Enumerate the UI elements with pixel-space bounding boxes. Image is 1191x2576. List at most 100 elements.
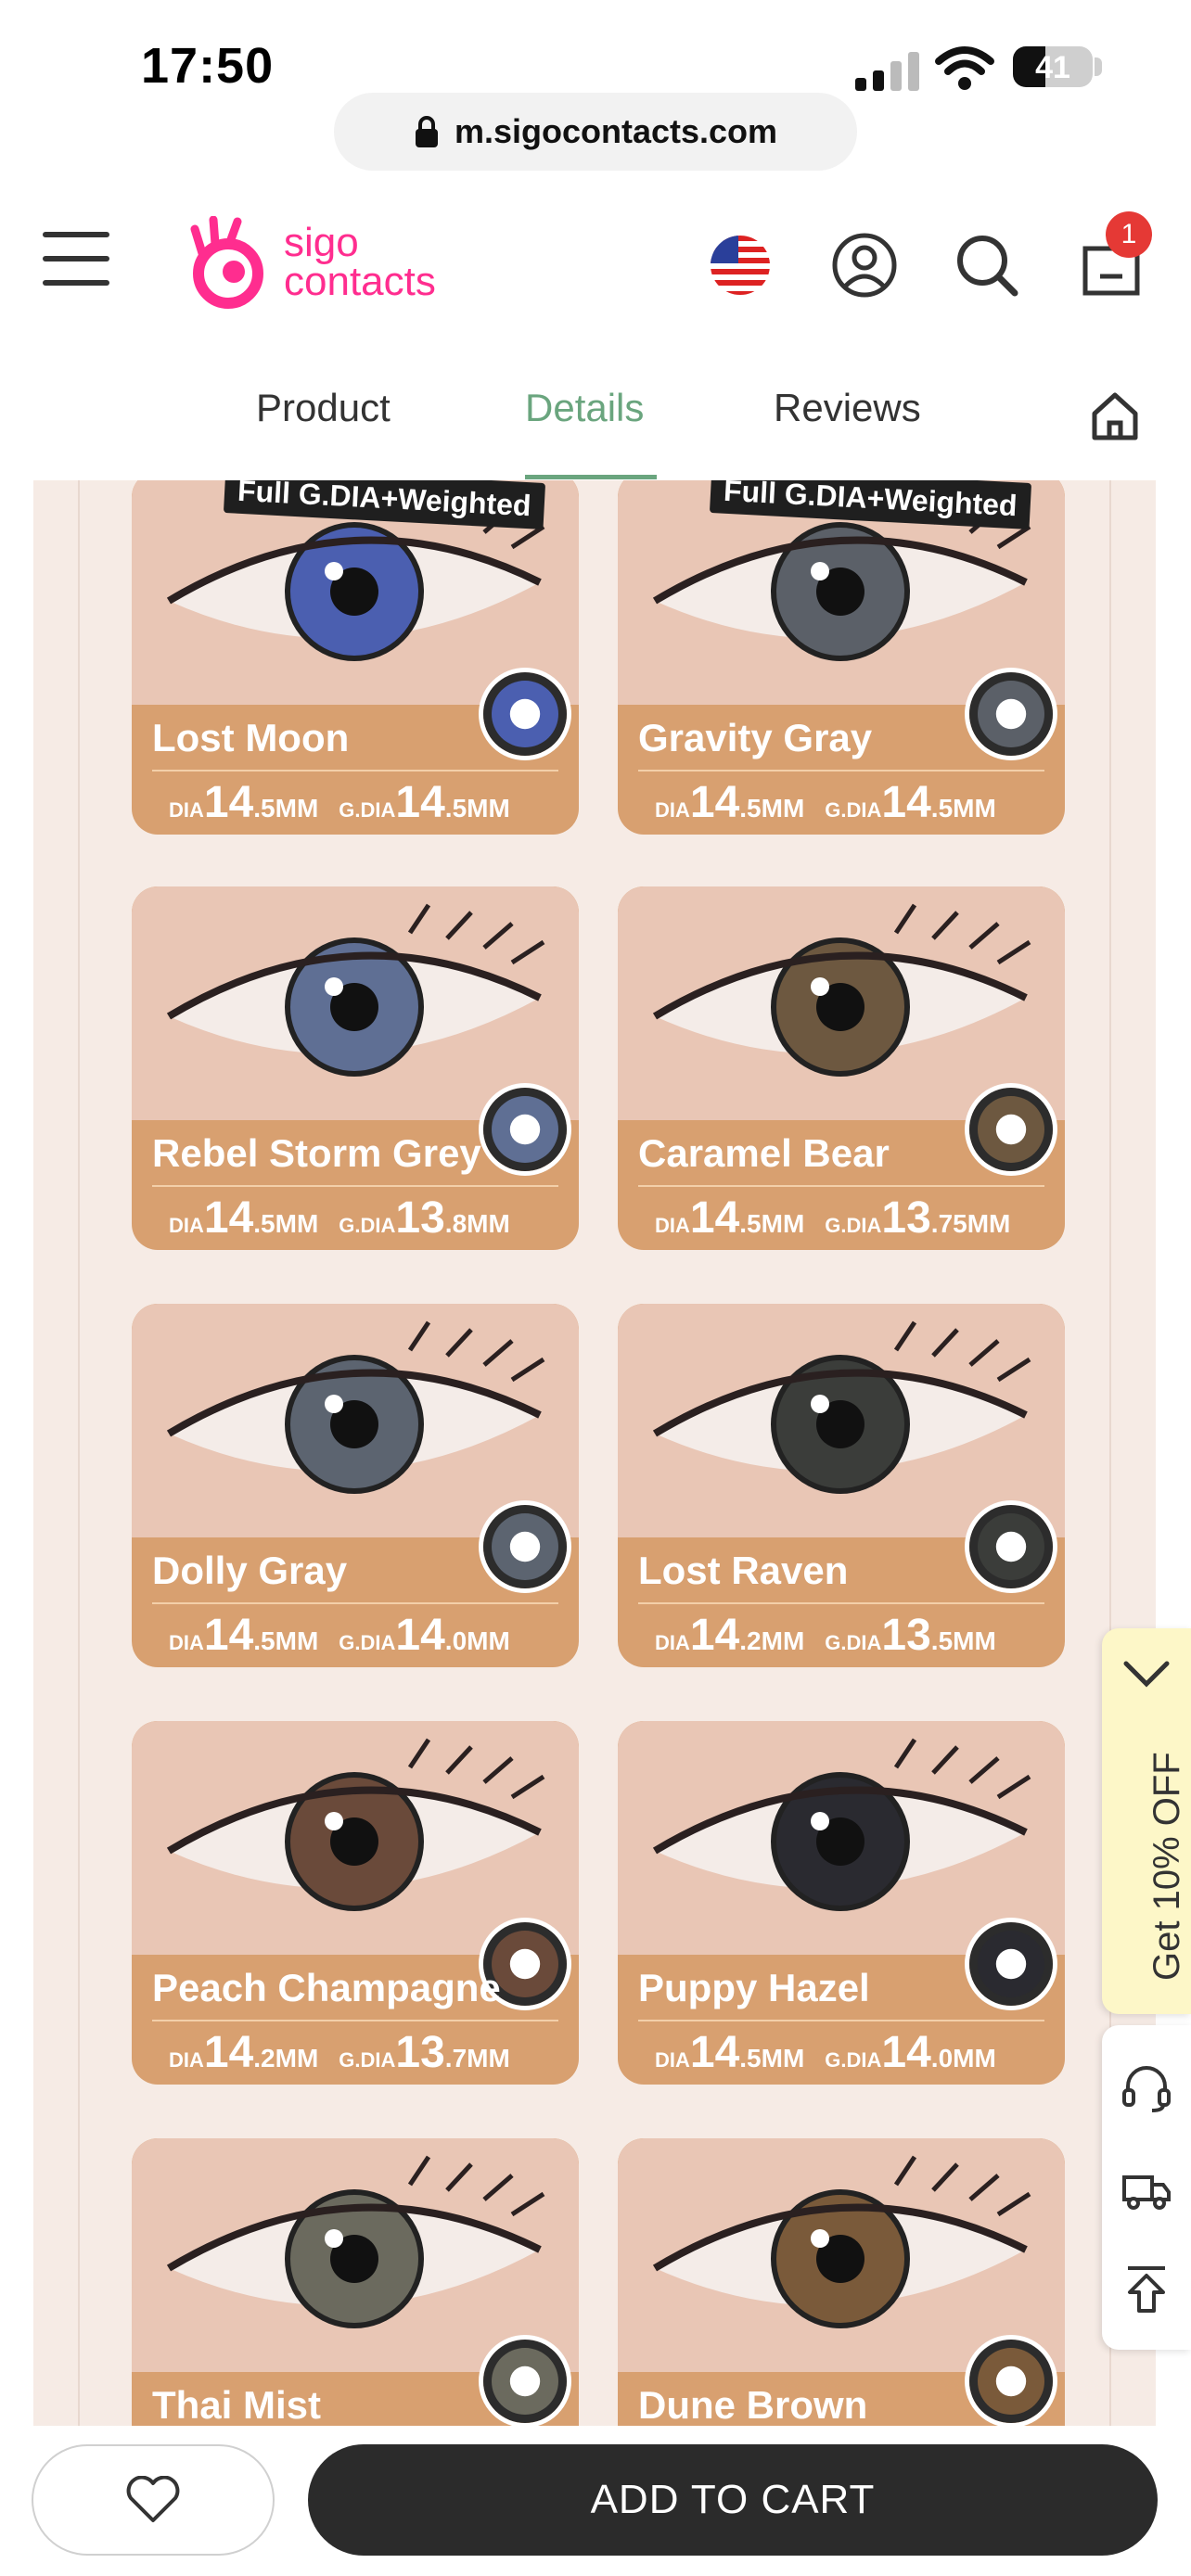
lens-thumbnail [479, 668, 571, 760]
dia-label: DIA [169, 2048, 204, 2072]
gdia-unit: .8MM [444, 1209, 510, 1238]
product-name: Dune Brown [638, 2383, 868, 2426]
dia-unit: .2MM [739, 1626, 805, 1655]
product-card: Puppy Hazel DIA14.5MM G.DIA14.0MM [618, 1721, 1065, 2085]
panel-rail-left [78, 480, 80, 2426]
gdia-value: 13 [881, 1611, 931, 1660]
chevron-down-icon[interactable] [1121, 1656, 1172, 1693]
product-specs: DIA14.5MM G.DIA13.75MM [655, 1192, 1031, 1243]
tab-reviews[interactable]: Reviews [774, 386, 921, 430]
battery-percent: 41 [1035, 50, 1070, 85]
headset-icon[interactable] [1121, 2062, 1172, 2114]
us-flag-icon[interactable] [705, 230, 775, 300]
discount-promo-tab[interactable]: Get 10% OFF [1102, 1628, 1191, 2014]
page-url: m.sigocontacts.com [454, 112, 778, 150]
dia-value: 14 [203, 778, 254, 827]
gdia-label: G.DIA [339, 798, 396, 822]
dia-label: DIA [655, 1631, 690, 1654]
logo-mark-icon [190, 216, 263, 309]
cart-count-badge: 1 [1106, 211, 1152, 258]
heart-icon [126, 2476, 180, 2522]
tab-product[interactable]: Product [256, 386, 391, 430]
dia-value: 14 [689, 1193, 740, 1243]
product-name: Lost Moon [152, 716, 350, 759]
product-name: Rebel Storm Grey [152, 1131, 481, 1175]
card-divider [152, 1602, 558, 1604]
product-specs: DIA14.5MM G.DIA14.0MM [655, 2027, 1017, 2078]
gdia-label: G.DIA [339, 2048, 396, 2072]
gdia-value: 13 [395, 1193, 445, 1243]
product-card: Caramel Bear DIA14.5MM G.DIA13.75MM [618, 886, 1065, 1250]
product-card: Lost Raven DIA14.2MM G.DIA13.5MM [618, 1304, 1065, 1667]
product-specs: DIA14.2MM G.DIA13.7MM [169, 2027, 531, 2078]
card-divider [152, 2020, 558, 2021]
dia-unit: .5MM [253, 1626, 319, 1655]
product-name: Peach Champagne [152, 1966, 501, 2009]
logo-text-line2: contacts [284, 259, 436, 304]
lens-thumbnail [965, 668, 1057, 760]
add-to-cart-button[interactable]: ADD TO CART [308, 2444, 1158, 2556]
product-card: Dolly Gray DIA14.5MM G.DIA14.0MM [132, 1304, 579, 1667]
dia-label: DIA [169, 1214, 204, 1237]
logo-text-line1: sigo [284, 220, 359, 265]
gdia-value: 14 [395, 1611, 445, 1660]
gdia-label: G.DIA [825, 1214, 882, 1237]
dia-unit: .5MM [739, 794, 805, 823]
dia-label: DIA [655, 1214, 690, 1237]
gdia-unit: .5MM [930, 794, 996, 823]
gdia-unit: .0MM [930, 2044, 996, 2072]
gdia-unit: .0MM [444, 1626, 510, 1655]
dia-value: 14 [689, 2028, 740, 2077]
tab-details[interactable]: Details [525, 386, 644, 430]
gdia-unit: .75MM [930, 1209, 1011, 1238]
product-name: Lost Raven [638, 1549, 849, 1592]
gdia-label: G.DIA [339, 1214, 396, 1237]
gdia-value: 13 [395, 2028, 445, 2077]
menu-icon[interactable] [43, 232, 109, 291]
dia-label: DIA [655, 2048, 690, 2072]
gdia-value: 13 [881, 1193, 931, 1243]
dia-unit: .5MM [253, 1209, 319, 1238]
product-detail-image: Full G.DIA+Weighted Lost Moon DIA14.5MM G.D… [33, 480, 1156, 2426]
product-name: Caramel Bear [638, 1131, 890, 1175]
gdia-label: G.DIA [825, 798, 882, 822]
gdia-label: G.DIA [339, 1631, 396, 1654]
card-divider [638, 1185, 1044, 1187]
product-specs: DIA14.5MM G.DIA13.8MM [169, 1192, 531, 1243]
product-card: Thai Mist [132, 2138, 579, 2426]
home-icon[interactable] [1087, 388, 1143, 443]
address-bar[interactable]: m.sigocontacts.com [334, 93, 857, 171]
lens-thumbnail [479, 1500, 571, 1593]
battery-tip [1095, 57, 1102, 76]
lens-thumbnail [965, 1500, 1057, 1593]
gdia-label: G.DIA [825, 2048, 882, 2072]
product-name: Dolly Gray [152, 1549, 348, 1592]
product-card: Full G.DIA+Weighted Lost Moon DIA14.5MM G.D… [132, 480, 579, 835]
gdia-unit: .7MM [444, 2044, 510, 2072]
card-divider [152, 770, 558, 772]
product-specs: DIA14.5MM G.DIA14.5MM [169, 777, 531, 828]
product-name: Gravity Gray [638, 716, 873, 759]
search-icon[interactable] [952, 230, 1022, 300]
wifi-icon [935, 46, 994, 90]
delivery-truck-icon[interactable] [1121, 2162, 1172, 2214]
dia-label: DIA [655, 798, 690, 822]
active-tab-indicator [525, 475, 657, 479]
dia-label: DIA [169, 1631, 204, 1654]
sigo-contacts-logo[interactable]: sigo contacts [186, 211, 482, 313]
battery-icon: 41 [1013, 46, 1093, 87]
gdia-value: 14 [881, 778, 931, 827]
back-to-top-icon[interactable] [1121, 2263, 1172, 2315]
product-name: Puppy Hazel [638, 1966, 870, 2009]
account-icon[interactable] [829, 230, 900, 300]
product-specs: DIA14.5MM G.DIA14.5MM [655, 777, 1017, 828]
product-card: Peach Champagne DIA14.2MM G.DIA13.7MM [132, 1721, 579, 2085]
gdia-unit: .5MM [444, 794, 510, 823]
dia-unit: .5MM [739, 1209, 805, 1238]
product-name: Thai Mist [152, 2383, 322, 2426]
wishlist-button[interactable] [32, 2444, 275, 2556]
lens-thumbnail [479, 2335, 571, 2426]
dia-value: 14 [203, 2028, 254, 2077]
lens-thumbnail [479, 1083, 571, 1176]
gdia-unit: .5MM [930, 1626, 996, 1655]
